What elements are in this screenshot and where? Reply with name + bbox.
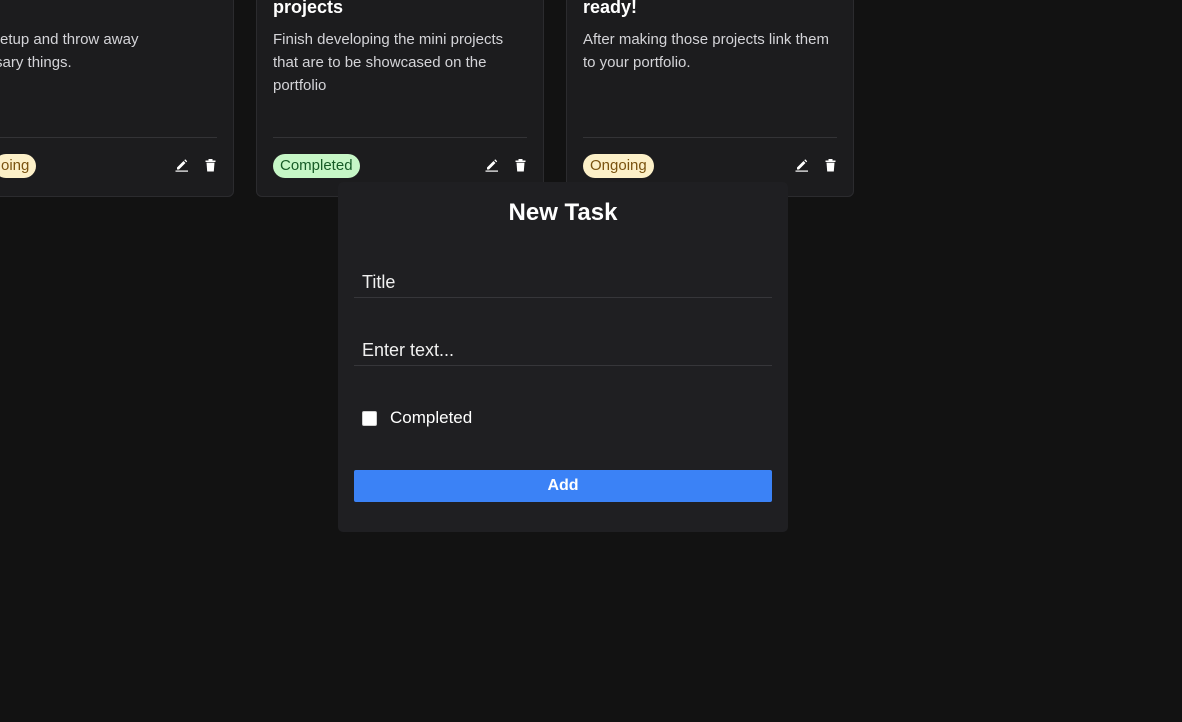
task-card-title: ready! bbox=[583, 0, 638, 17]
card-divider bbox=[583, 137, 837, 138]
trash-icon[interactable] bbox=[513, 157, 527, 173]
completed-checkbox[interactable] bbox=[362, 410, 377, 426]
add-button[interactable]: Add bbox=[354, 470, 772, 502]
status-badge: Completed bbox=[273, 154, 360, 178]
new-task-modal: New Task Completed Add bbox=[338, 182, 788, 532]
task-card-description: After making those projects link them to… bbox=[583, 31, 829, 71]
text-input[interactable] bbox=[354, 336, 772, 366]
title-input[interactable] bbox=[354, 268, 772, 298]
task-card-title: projects bbox=[273, 0, 344, 17]
pencil-icon[interactable] bbox=[175, 157, 189, 173]
pencil-icon[interactable] bbox=[485, 157, 499, 173]
trash-icon[interactable] bbox=[823, 157, 837, 173]
status-badge: oing bbox=[0, 154, 37, 178]
card-divider bbox=[0, 137, 217, 138]
task-card-description: Finish developing the mini projects that… bbox=[273, 31, 504, 94]
completed-toggle-row[interactable]: Completed bbox=[362, 408, 472, 428]
pencil-icon[interactable] bbox=[795, 157, 809, 173]
task-card-description: n the setup and throw away necessary thi… bbox=[0, 31, 139, 71]
modal-title: New Task bbox=[508, 199, 618, 226]
card-actions bbox=[485, 157, 527, 173]
completed-label: Completed bbox=[390, 408, 473, 427]
card-divider bbox=[273, 137, 527, 138]
task-board: n the setup and throw away necessary thi… bbox=[0, 0, 1182, 722]
status-badge: Ongoing bbox=[583, 154, 654, 178]
card-actions bbox=[795, 157, 837, 173]
card-actions bbox=[175, 157, 217, 173]
task-card: ready! After making those projects link … bbox=[566, 0, 854, 197]
task-card: n the setup and throw away necessary thi… bbox=[0, 0, 234, 197]
task-card: projects Finish developing the mini proj… bbox=[256, 0, 544, 197]
trash-icon[interactable] bbox=[203, 157, 217, 173]
